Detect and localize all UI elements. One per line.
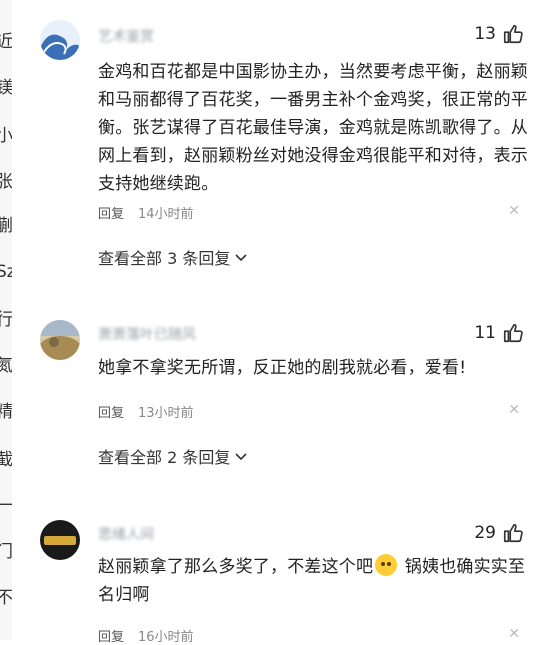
thumbs-up-icon <box>503 523 523 543</box>
reply-button[interactable]: 回复 <box>98 203 124 222</box>
avatar[interactable] <box>40 320 80 360</box>
username[interactable]: 萧萧落叶已随风 <box>98 324 196 343</box>
left-side-strip: 近 镁 小 张 蒯 Sz 行 氮 精 截 一 门 不 <box>0 0 12 640</box>
comment-text: 她拿不拿奖无所谓，反正她的剧我就必看，爱看! <box>98 358 467 378</box>
left-glyph: 近 <box>0 32 12 52</box>
like-count: 11 <box>474 323 496 343</box>
left-glyph: 小 <box>0 126 12 146</box>
view-replies-button[interactable]: 查看全部 2 条回复 <box>98 444 248 468</box>
like-count: 13 <box>474 24 496 44</box>
left-glyph: 蒯 <box>0 216 12 236</box>
chevron-down-icon <box>235 453 247 461</box>
left-glyph: 一 <box>0 496 12 516</box>
wave-avatar-icon <box>40 20 80 60</box>
photo-avatar-icon <box>40 320 80 360</box>
username[interactable]: 思绪人间 <box>98 524 154 543</box>
avatar[interactable] <box>40 520 80 560</box>
comment-text-part: 赵丽颖拿了那么多奖了，不差这个吧 <box>98 557 374 577</box>
reply-button[interactable]: 回复 <box>98 402 124 421</box>
timestamp: 13小时前 <box>138 406 194 421</box>
left-glyph: 镁 <box>0 78 12 98</box>
logo-avatar-icon <box>40 520 80 560</box>
comment-text: 金鸡和百花都是中国影协主办，当然要考虑平衡，赵丽颖和马丽都得了百花奖，一番男主补… <box>98 62 528 194</box>
left-glyph: 张 <box>0 172 12 192</box>
chevron-down-icon <box>235 254 247 262</box>
username[interactable]: 艺术鉴赏 <box>98 26 154 45</box>
view-replies-label: 查看全部 3 条回复 <box>98 249 231 268</box>
thumbs-up-icon <box>503 24 523 44</box>
like-button[interactable]: 11 <box>474 321 524 345</box>
avatar[interactable] <box>40 20 80 60</box>
like-button[interactable]: 29 <box>474 521 524 545</box>
reply-button[interactable]: 回复 <box>98 626 124 645</box>
left-glyph: 行 <box>0 310 12 330</box>
left-glyph: Sz <box>0 262 12 282</box>
comment-text: 赵丽颖拿了那么多奖了，不差这个吧 锅姨也确实实至名归啊 <box>98 553 530 609</box>
view-replies-button[interactable]: 查看全部 3 条回复 <box>98 245 248 269</box>
like-button[interactable]: 13 <box>474 22 524 46</box>
comment-meta: 回复 13小时前 <box>98 402 194 421</box>
left-glyph: 门 <box>0 542 12 562</box>
close-icon[interactable]: ✕ <box>508 402 520 418</box>
left-glyph: 不 <box>0 588 12 608</box>
comment-meta: 回复 14小时前 <box>98 203 194 222</box>
crying-face-icon <box>375 554 398 576</box>
timestamp: 14小时前 <box>138 207 194 222</box>
left-glyph: 精 <box>0 402 12 422</box>
view-replies-label: 查看全部 2 条回复 <box>98 448 231 467</box>
timestamp: 16小时前 <box>138 630 194 645</box>
like-count: 29 <box>474 523 496 543</box>
thumbs-up-icon <box>503 323 523 343</box>
left-glyph: 截 <box>0 450 12 470</box>
left-glyph: 氮 <box>0 356 12 376</box>
comment-meta: 回复 16小时前 <box>98 626 194 645</box>
close-icon[interactable]: ✕ <box>508 203 520 219</box>
